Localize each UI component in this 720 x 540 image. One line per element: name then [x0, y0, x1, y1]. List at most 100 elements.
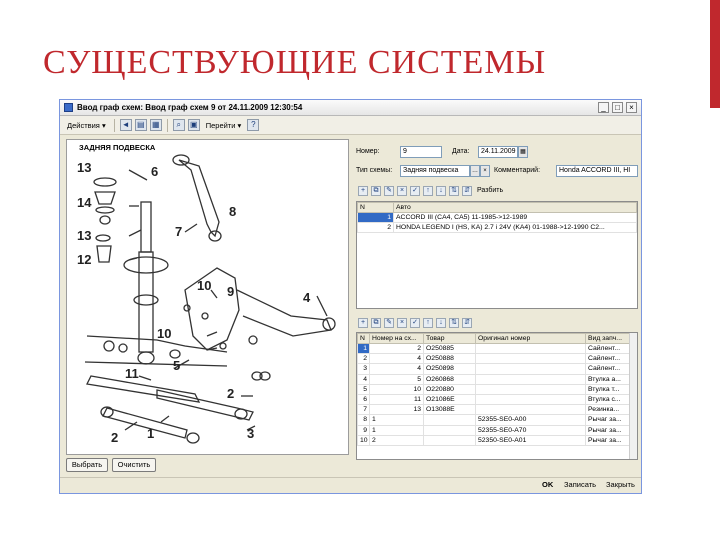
move-up-icon[interactable]: ↑: [423, 317, 433, 328]
select-button[interactable]: Выбрать: [66, 458, 108, 472]
row-number: 4: [357, 373, 370, 385]
ellipsis-icon[interactable]: …: [470, 165, 480, 177]
actions-menu[interactable]: Действия ▾: [64, 120, 109, 131]
column-header[interactable]: N: [357, 202, 394, 213]
window-titlebar: Ввод граф схем: Ввод граф схем 9 от 24.1…: [60, 100, 641, 116]
delete-row-icon[interactable]: ×: [397, 317, 407, 328]
close-button[interactable]: Закрыть: [606, 480, 635, 489]
row-number: 1: [357, 342, 370, 355]
save-button[interactable]: Записать: [564, 480, 596, 489]
original-number-cell: [475, 383, 586, 395]
copy-row-icon[interactable]: ⧉: [371, 317, 381, 328]
column-header[interactable]: Товар: [423, 333, 476, 344]
original-number-cell: 52350-SE0-A01: [475, 434, 586, 446]
table-row[interactable]: 3 4 О250898 Сайлент...: [357, 363, 637, 375]
add-row-icon[interactable]: +: [358, 317, 368, 328]
scheme-number-cell: 4: [369, 363, 424, 375]
column-header[interactable]: Номер на сх...: [369, 333, 424, 344]
accent-bar: [710, 0, 720, 108]
callout-label: 13: [77, 228, 92, 243]
clear-button[interactable]: Очистить: [112, 458, 156, 472]
parts-toolbar: + ⧉ ✎ × ✓ ↑ ↓ ⇅ ⇵: [358, 316, 472, 329]
callout-label: 5: [173, 358, 181, 373]
sort-desc-icon[interactable]: ⇵: [462, 317, 472, 328]
delete-row-icon[interactable]: ×: [397, 185, 407, 196]
comment-field[interactable]: Honda ACCORD III, HI: [556, 165, 638, 177]
maximize-icon[interactable]: □: [612, 102, 623, 113]
scheme-type-label: Тип схемы:: [356, 167, 393, 174]
row-number: 3: [357, 363, 370, 375]
original-number-cell: [475, 404, 586, 416]
table-row[interactable]: 2 4 О250888 Сайлент...: [357, 353, 637, 365]
window-title: Ввод граф схем: Ввод граф схем 9 от 24.1…: [77, 103, 303, 112]
document-icon[interactable]: ▤: [134, 119, 147, 131]
help-icon[interactable]: ?: [247, 119, 260, 131]
table-row[interactable]: 10 2 52350-SE0-A01 Рычаг за...: [357, 434, 637, 446]
scheme-number-cell: 1: [369, 424, 424, 436]
move-up-icon[interactable]: ↑: [423, 185, 433, 196]
callout-label: 1: [147, 426, 155, 441]
original-number-cell: [475, 373, 586, 385]
table-row[interactable]: 5 10 О220880 Втулка т...: [357, 383, 637, 395]
column-header[interactable]: Авто: [393, 202, 637, 213]
product-cell: [423, 414, 476, 426]
structure-icon[interactable]: ▣: [187, 119, 200, 131]
row-number: 10: [357, 434, 370, 446]
toolbar-separator: [166, 118, 168, 132]
goto-menu[interactable]: Перейти ▾: [203, 120, 245, 131]
minimize-icon[interactable]: _: [598, 102, 609, 113]
slide-title: СУЩЕСТВУЮЩИЕ СИСТЕМЫ: [43, 44, 547, 81]
column-header[interactable]: N: [357, 333, 370, 344]
product-cell: О250898: [423, 363, 476, 375]
callout-label: 6: [151, 164, 159, 179]
table-row[interactable]: 4 5 О260868 Втулка а...: [357, 373, 637, 385]
slide: СУЩЕСТВУЮЩИЕ СИСТЕМЫ Ввод граф схем: Вво…: [0, 0, 720, 540]
scheme-type-field[interactable]: Задняя подвеска: [400, 165, 470, 177]
copy-row-icon[interactable]: ⧉: [371, 185, 381, 196]
callout-label: 8: [229, 204, 237, 219]
table-row[interactable]: 9 1 52355-SE0-A70 Рычаг за...: [357, 424, 637, 436]
table-row[interactable]: 2 HONDA LEGEND I (HS, KA) 2.7 i 24V (KA4…: [357, 222, 637, 234]
ok-button[interactable]: OK: [542, 480, 553, 489]
table-icon[interactable]: ▦: [149, 119, 162, 131]
table-row[interactable]: 1 ACCORD III (CA4, CA5) 11-1985->12-1989: [357, 211, 637, 224]
move-down-icon[interactable]: ↓: [436, 317, 446, 328]
split-action[interactable]: Разбить: [477, 187, 503, 194]
callout-label: 3: [247, 426, 255, 441]
add-row-icon[interactable]: +: [358, 185, 368, 196]
row-number: 5: [357, 383, 370, 395]
vertical-scrollbar[interactable]: [629, 333, 637, 459]
scheme-number-cell: 10: [369, 383, 424, 395]
row-number: 8: [357, 414, 370, 426]
table-row[interactable]: 7 13 О13088Е Резинка...: [357, 404, 637, 416]
move-down-icon[interactable]: ↓: [436, 185, 446, 196]
product-cell: О250885: [423, 342, 476, 355]
clear-x-icon[interactable]: ×: [480, 165, 490, 177]
number-field[interactable]: 9: [400, 146, 442, 158]
column-header[interactable]: Оригинал номер: [475, 333, 586, 344]
product-cell: О220880: [423, 383, 476, 395]
original-number-cell: [475, 363, 586, 375]
row-number: 6: [357, 393, 370, 406]
search-icon[interactable]: ⌕: [172, 119, 185, 131]
table-row[interactable]: 8 1 52355-SE0-A00 Рычаг за...: [357, 414, 637, 426]
end-edit-icon[interactable]: ✓: [410, 185, 420, 196]
sort-asc-icon[interactable]: ⇅: [449, 317, 459, 328]
table-row[interactable]: 1 2 О250885 Сайлент...: [357, 342, 637, 355]
end-edit-icon[interactable]: ✓: [410, 317, 420, 328]
edit-row-icon[interactable]: ✎: [384, 185, 394, 196]
table-row[interactable]: 6 11 О21086Е Втулка с...: [357, 393, 637, 406]
window-statusbar: OK Записать Закрыть: [60, 477, 641, 493]
sort-desc-icon[interactable]: ⇵: [462, 185, 472, 196]
sort-asc-icon[interactable]: ⇅: [449, 185, 459, 196]
parts-table: N Номер на сх... Товар Оригинал номер Ви…: [356, 332, 638, 460]
scheme-number-cell: 2: [369, 434, 424, 446]
date-field[interactable]: 24.11.2009: [478, 146, 518, 158]
edit-row-icon[interactable]: ✎: [384, 317, 394, 328]
callout-label: 2: [227, 386, 235, 401]
callout-label: 10: [157, 326, 172, 341]
app-icon: [64, 103, 73, 112]
back-arrow-icon[interactable]: ◄: [119, 119, 132, 131]
close-icon[interactable]: ×: [626, 102, 637, 113]
calendar-icon[interactable]: ▦: [518, 146, 528, 158]
